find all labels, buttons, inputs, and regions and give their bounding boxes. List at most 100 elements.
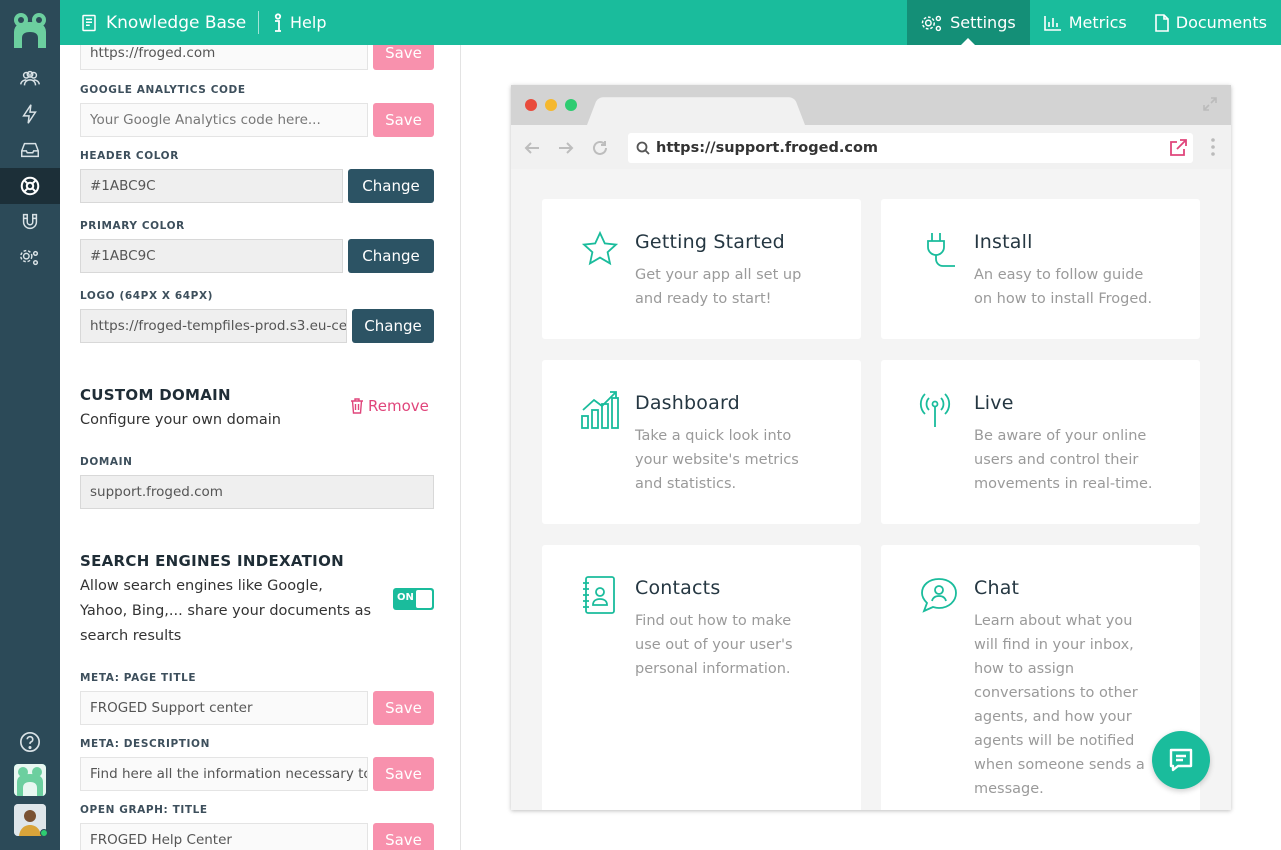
tab-metrics[interactable]: Metrics: [1030, 0, 1141, 45]
meta-desc-save-button[interactable]: Save: [373, 757, 434, 791]
domain-input[interactable]: support.froged.com: [80, 475, 434, 509]
tab-settings-label: Settings: [950, 13, 1016, 32]
rail-inbox-icon[interactable]: [0, 132, 60, 168]
knowledge-base-title[interactable]: Knowledge Base: [80, 0, 246, 45]
card-desc: Be aware of your online users and contro…: [974, 428, 1153, 492]
settings-panel[interactable]: https://froged.com Save GOOGLE ANALYTICS…: [60, 45, 461, 850]
online-status-dot: [40, 829, 48, 837]
rail-contacts-icon[interactable]: [0, 60, 60, 96]
rail-settings-icon[interactable]: [0, 240, 60, 276]
search-icon: [636, 141, 650, 155]
card-title: Chat: [974, 577, 1020, 599]
top-bar: Knowledge Base Help Settings Metrics Doc…: [60, 0, 1281, 45]
logo-change-button[interactable]: Change: [352, 309, 434, 343]
topbar-tabs: Settings Metrics Documents: [907, 0, 1281, 45]
tab-settings[interactable]: Settings: [907, 0, 1030, 45]
analytics-label: GOOGLE ANALYTICS CODE: [80, 84, 246, 96]
logo-url-input[interactable]: https://froged-tempfiles-prod.s3.eu-cent…: [80, 309, 347, 343]
expand-icon[interactable]: [1203, 97, 1217, 111]
url-field: https://support.froged.com: [628, 133, 1193, 163]
chat-bubble-icon: [1169, 748, 1193, 772]
og-title-input[interactable]: FROGED Help Center: [80, 823, 368, 850]
card-live[interactable]: Live Be aware of your online users and c…: [881, 360, 1200, 524]
card-getting-started[interactable]: Getting Started Get your app all set up …: [542, 199, 861, 339]
indexation-title: SEARCH ENGINES INDEXATION: [80, 552, 344, 570]
rail-magnet-icon[interactable]: [0, 204, 60, 240]
rail-bolt-icon[interactable]: [0, 96, 60, 132]
og-title-label: OPEN GRAPH: TITLE: [80, 804, 208, 816]
rail-help-icon[interactable]: [0, 724, 60, 760]
custom-domain-desc: Configure your own domain: [80, 412, 281, 428]
meta-desc-input[interactable]: Find here all the information necessary …: [80, 757, 368, 791]
reload-icon: [593, 140, 607, 155]
knowledge-base-label: Knowledge Base: [106, 12, 247, 33]
help-label: Help: [290, 13, 327, 32]
close-dot: [525, 99, 537, 111]
card-title: Install: [974, 231, 1033, 253]
info-icon: [274, 12, 282, 32]
chart-icon: [581, 391, 619, 429]
analytics-save-button[interactable]: Save: [373, 103, 434, 137]
card-desc: Learn about what you will find in your i…: [974, 613, 1145, 797]
plug-icon: [927, 233, 955, 267]
browser-tab-strip: [511, 85, 1231, 125]
forward-arrow-icon: [559, 142, 574, 154]
left-rail: [0, 0, 60, 850]
indexation-desc: Allow search engines like Google, Yahoo,…: [80, 578, 372, 644]
froged-logo-icon[interactable]: [0, 0, 60, 60]
meta-title-input[interactable]: FROGED Support center: [80, 691, 368, 725]
toggle-knob: [416, 590, 432, 608]
domain-label: DOMAIN: [80, 456, 133, 468]
indexation-toggle[interactable]: ON: [393, 588, 434, 610]
tab-metrics-label: Metrics: [1068, 13, 1127, 32]
meta-title-save-button[interactable]: Save: [373, 691, 434, 725]
chat-user-icon: [921, 578, 957, 613]
book-icon: [82, 14, 96, 31]
analytics-code-input[interactable]: Your Google Analytics code here...: [80, 103, 368, 137]
help-link[interactable]: Help: [272, 0, 326, 45]
minimize-dot: [545, 99, 557, 111]
card-title: Contacts: [635, 577, 721, 599]
custom-domain-title: CUSTOM DOMAIN: [80, 386, 231, 404]
topbar-divider: [258, 11, 259, 34]
meta-desc-label: META: DESCRIPTION: [80, 738, 210, 750]
card-title: Live: [974, 392, 1014, 414]
browser-address-bar: https://support.froged.com: [511, 125, 1231, 169]
chat-launcher-button[interactable]: [1152, 731, 1210, 789]
remove-domain-button[interactable]: Remove: [350, 397, 429, 415]
website-save-button[interactable]: Save: [373, 45, 434, 70]
url-text: https://support.froged.com: [656, 140, 879, 156]
header-color-input[interactable]: #1ABC9C: [80, 169, 343, 203]
external-link-icon[interactable]: [1169, 139, 1187, 157]
card-contacts[interactable]: Contacts Find out how to make use out of…: [542, 545, 861, 810]
primary-color-change-button[interactable]: Change: [348, 239, 434, 273]
document-icon: [1154, 13, 1169, 32]
bar-chart-icon: [1043, 15, 1061, 31]
card-desc: An easy to follow guide on how to instal…: [974, 267, 1153, 307]
workspace-avatar[interactable]: [14, 764, 46, 796]
meta-title-label: META: PAGE TITLE: [80, 672, 197, 684]
header-color-change-button[interactable]: Change: [348, 169, 434, 203]
rail-lifebuoy-icon[interactable]: [0, 168, 60, 204]
star-icon: [581, 230, 619, 266]
primary-color-label: PRIMARY COLOR: [80, 220, 185, 232]
card-desc: Get your app all set up and ready to sta…: [635, 267, 802, 307]
card-install[interactable]: Install An easy to follow guide on how t…: [881, 199, 1200, 339]
logo-label: LOGO (64PX X 64PX): [80, 290, 214, 302]
card-dashboard[interactable]: Dashboard Take a quick look into your we…: [542, 360, 861, 524]
contact-book-icon: [583, 576, 615, 614]
trash-icon: [351, 398, 363, 414]
card-desc: Find out how to make use out of your use…: [635, 613, 793, 677]
tab-documents[interactable]: Documents: [1141, 0, 1281, 45]
primary-color-input[interactable]: #1ABC9C: [80, 239, 343, 273]
card-chat[interactable]: Chat Learn about what you will find in y…: [881, 545, 1200, 810]
og-title-save-button[interactable]: Save: [373, 823, 434, 850]
gears-icon: [921, 15, 942, 31]
browser-preview: https://support.froged.com Getting Start…: [511, 85, 1231, 810]
website-url-field[interactable]: https://froged.com: [80, 45, 368, 70]
header-color-label: HEADER COLOR: [80, 150, 179, 162]
antenna-icon: [919, 393, 951, 427]
toggle-on-label: ON: [397, 592, 414, 603]
maximize-dot: [565, 99, 577, 111]
card-desc: Take a quick look into your website's me…: [635, 428, 799, 492]
